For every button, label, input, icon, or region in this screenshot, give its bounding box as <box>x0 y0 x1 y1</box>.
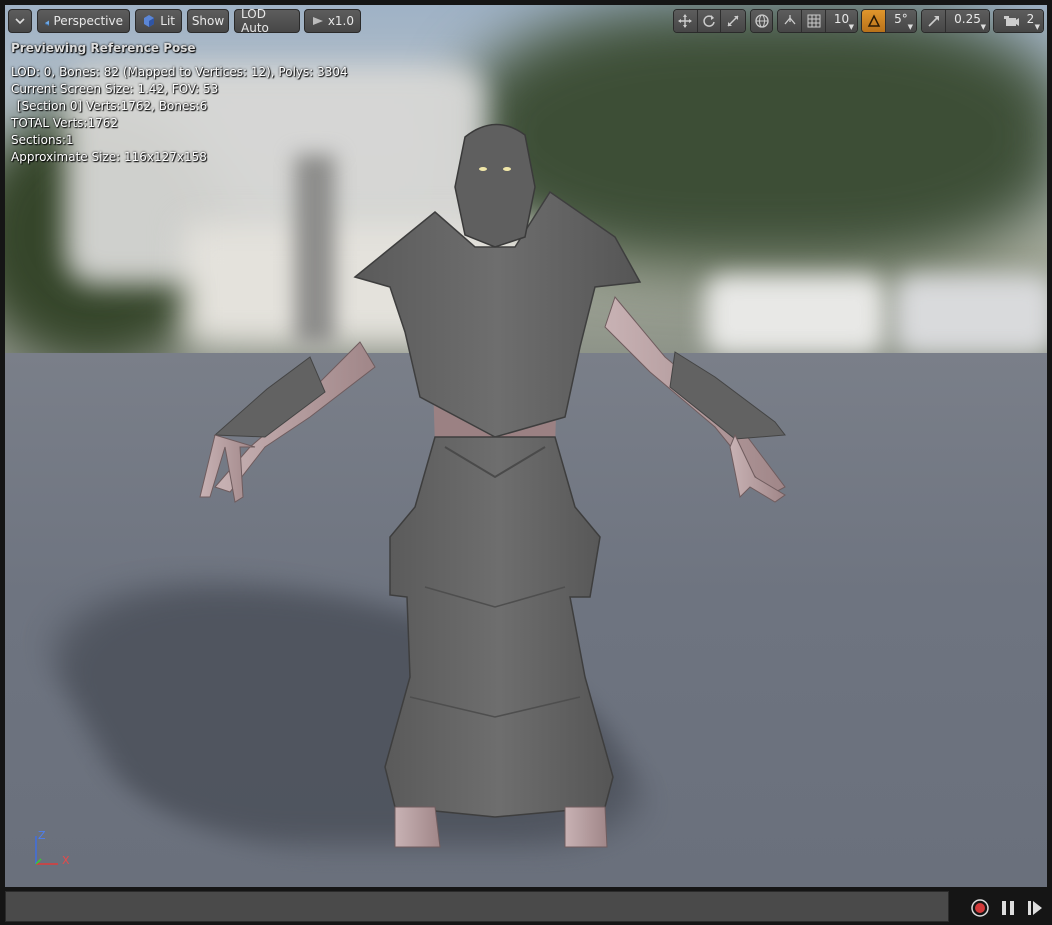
surface-snap-icon <box>784 15 795 25</box>
speed-label: x1.0 <box>327 14 354 28</box>
viewport-options-button[interactable] <box>8 9 32 33</box>
axis-z-label: Z <box>38 829 46 842</box>
rotate-icon <box>703 15 715 27</box>
stats-line-screen-size: Current Screen Size: 1.42, FOV: 53 <box>11 82 219 96</box>
translate-mode-button[interactable] <box>674 10 698 32</box>
grid-snap-value: 10 <box>833 12 850 26</box>
scale-snap-button[interactable] <box>922 10 946 32</box>
camera-speed-button[interactable]: 2 ▼ <box>994 10 1043 32</box>
rotation-snap-icon <box>867 14 880 27</box>
scale-snap-value-dropdown[interactable]: 0.25 ▼ <box>946 10 989 32</box>
chevron-down-icon <box>15 18 25 25</box>
transform-mode-group <box>673 9 746 33</box>
rotate-mode-button[interactable] <box>697 10 722 32</box>
record-button[interactable] <box>968 896 992 920</box>
background-car <box>895 275 1047 355</box>
stats-line-section: [Section 0] Verts:1762, Bones:6 <box>13 99 208 113</box>
rotation-snap-value: 5° <box>894 12 908 26</box>
stats-line-total-verts: TOTAL Verts:1762 <box>11 116 119 130</box>
playback-speed-button[interactable]: x1.0 <box>304 9 361 33</box>
lit-label: Lit <box>160 14 175 28</box>
rotation-snap-button[interactable] <box>862 10 886 32</box>
chevron-down-icon: ▼ <box>980 23 986 31</box>
grid-snap-value-dropdown[interactable]: 10 ▼ <box>826 10 857 32</box>
show-label: Show <box>191 14 225 28</box>
globe-icon <box>754 14 769 28</box>
viewport-stats-overlay: Previewing Reference Pose LOD: 0, Bones:… <box>11 40 348 166</box>
perspective-button[interactable]: Perspective <box>37 9 130 33</box>
stats-line-approx-size: Approximate Size: 116x127x158 <box>11 150 207 164</box>
viewport-frame: Perspective Lit Show LOD Auto x1.0 10 ▼ … <box>0 0 1052 925</box>
axis-x-label: X <box>62 854 70 867</box>
pause-icon <box>1002 901 1014 915</box>
surface-snap-button[interactable] <box>778 10 802 32</box>
character-mesh[interactable] <box>195 117 795 857</box>
rotation-snap-group: 5° ▼ <box>861 9 917 33</box>
lod-label: LOD Auto <box>241 7 269 35</box>
perspective-label: Perspective <box>53 14 124 28</box>
timeline-bar[interactable] <box>5 891 949 922</box>
show-button[interactable]: Show <box>187 9 229 33</box>
grid-snap-group: 10 ▼ <box>777 9 858 33</box>
lit-mode-button[interactable]: Lit <box>135 9 182 33</box>
scale-snap-value: 0.25 <box>954 12 981 26</box>
rotation-snap-value-dropdown[interactable]: 5° ▼ <box>886 10 916 32</box>
scale-snap-group: 0.25 ▼ <box>921 9 990 33</box>
camera-speed-value: 2 <box>1026 12 1035 26</box>
grid-snap-button[interactable] <box>802 10 826 32</box>
move-arrows-icon <box>678 14 693 28</box>
record-icon <box>971 899 989 917</box>
scale-snap-icon <box>927 16 939 27</box>
preview-mode-title: Previewing Reference Pose <box>11 41 196 55</box>
axis-gizmo: Z X <box>30 828 80 872</box>
chevron-down-icon: ▼ <box>1034 23 1040 31</box>
lod-button[interactable]: LOD Auto <box>234 7 300 35</box>
world-space-button[interactable] <box>751 10 772 32</box>
step-forward-button[interactable] <box>1023 896 1047 920</box>
coordinate-space-group <box>750 9 773 33</box>
camera-speed-group: 2 ▼ <box>993 9 1044 33</box>
scale-mode-button[interactable] <box>721 10 745 32</box>
scale-icon <box>727 15 739 27</box>
perspective-cube-icon <box>45 20 49 26</box>
chevron-down-icon: ▼ <box>907 23 913 31</box>
grid-icon <box>807 14 820 28</box>
chevron-down-icon: ▼ <box>848 23 854 31</box>
step-forward-icon <box>1028 901 1042 915</box>
play-speed-icon <box>313 17 323 25</box>
camera-icon <box>1003 16 1019 26</box>
pause-button[interactable] <box>996 896 1020 920</box>
lit-sphere-icon <box>144 15 154 27</box>
stats-line-sections: Sections:1 <box>11 133 74 147</box>
stats-line-lod: LOD: 0, Bones: 82 (Mapped to Vertices: 1… <box>11 65 348 79</box>
